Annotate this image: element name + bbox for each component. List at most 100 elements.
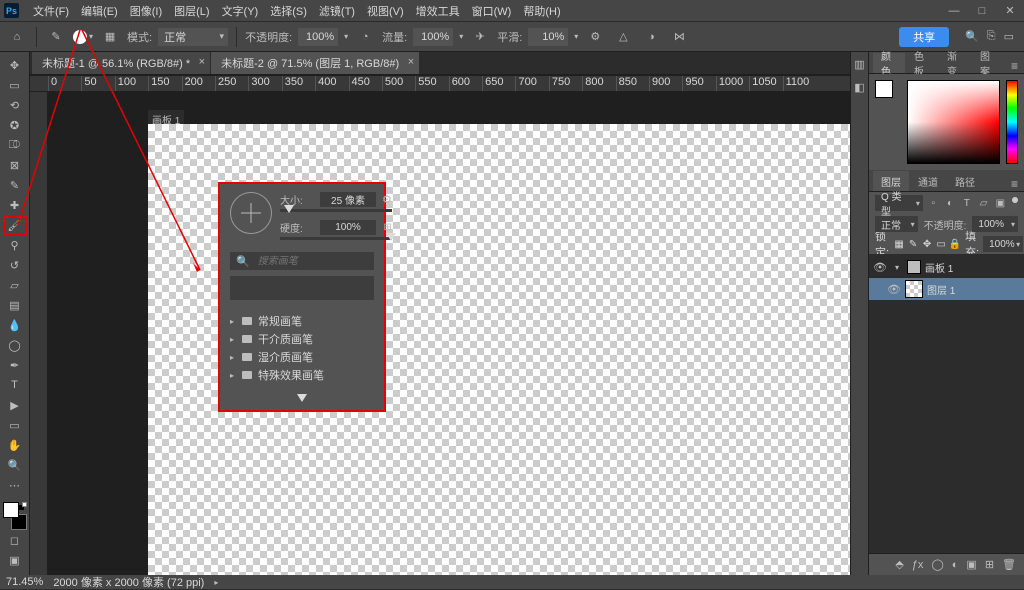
layer-filter-kind[interactable]: Q 类型: [875, 195, 923, 211]
delete-layer-icon[interactable]: 🗑: [1002, 558, 1016, 571]
tab-patterns[interactable]: 图案: [972, 53, 1004, 73]
menu-layer[interactable]: 图层(L): [168, 0, 215, 22]
panel-menu-icon[interactable]: ≡: [1005, 177, 1024, 191]
doc-tab-2[interactable]: 未标题-2 @ 71.5% (图层 1, RGB/8#) ×: [211, 52, 419, 74]
hardness-field[interactable]: 100%: [320, 220, 376, 235]
canvas[interactable]: 画板 1 大小: 25 像素 ⚙: [48, 92, 850, 575]
doc-info[interactable]: 2000 像素 x 2000 像素 (72 ppi): [53, 574, 204, 590]
tool-preset-icon[interactable]: ✎: [45, 26, 67, 48]
brush-preset-picker[interactable]: ▾: [73, 30, 93, 44]
filter-shape-icon[interactable]: ▱: [977, 196, 990, 210]
tab-gradients[interactable]: 渐变: [939, 53, 971, 73]
smoothing-gear-icon[interactable]: ⚙: [584, 26, 606, 48]
brush-folder[interactable]: ▸特殊效果画笔: [230, 366, 374, 384]
color-swatches[interactable]: [3, 502, 27, 530]
lock-pixels-icon[interactable]: ▦: [893, 238, 905, 250]
layer-opacity-field[interactable]: 100%: [972, 216, 1018, 232]
lock-move-icon[interactable]: ✥: [921, 238, 933, 250]
filter-smart-icon[interactable]: ▣: [994, 196, 1007, 210]
group-icon[interactable]: ▣: [966, 558, 976, 571]
close-icon[interactable]: ×: [199, 56, 205, 68]
workspace-icon[interactable]: ▭: [1004, 30, 1014, 43]
chevron-down-icon[interactable]: ▾: [895, 263, 903, 272]
cloud-icon[interactable]: ⎘: [987, 30, 996, 43]
size-field[interactable]: 25 像素: [320, 192, 376, 207]
pressure-size-icon[interactable]: ◑: [640, 26, 662, 48]
symmetry-icon[interactable]: ⋈: [668, 26, 690, 48]
new-preset-icon[interactable]: ⊞: [383, 222, 391, 233]
blend-mode-select[interactable]: 正常: [158, 28, 228, 46]
panel-icon[interactable]: ▥: [854, 58, 864, 71]
filter-type-icon[interactable]: T: [960, 196, 973, 210]
eraser-tool[interactable]: ▱: [3, 276, 27, 295]
filter-pixel-icon[interactable]: ▫: [927, 196, 940, 210]
shape-tool[interactable]: ▭: [3, 416, 27, 435]
tab-channels[interactable]: 通道: [910, 171, 946, 191]
window-maximize-icon[interactable]: □: [968, 0, 996, 22]
stamp-tool[interactable]: ⚲: [3, 236, 27, 255]
zoom-tool[interactable]: 🔍: [3, 456, 27, 475]
crop-tool[interactable]: ⎄: [3, 136, 27, 155]
opacity-field[interactable]: 100%: [298, 28, 338, 46]
layer-blend-select[interactable]: 正常: [875, 216, 918, 232]
close-icon[interactable]: ×: [408, 56, 414, 68]
preview-size-slider[interactable]: [230, 394, 374, 402]
quick-mask-tool[interactable]: ◻: [3, 531, 27, 550]
link-layers-icon[interactable]: ⬘: [895, 558, 903, 571]
adjustment-icon[interactable]: ◐: [952, 559, 959, 571]
share-button[interactable]: 共享: [899, 27, 949, 47]
gear-icon[interactable]: ⚙: [382, 193, 392, 206]
brush-angle-control[interactable]: [230, 192, 272, 234]
menu-window[interactable]: 窗口(W): [466, 0, 518, 22]
layer-fill-field[interactable]: 100%: [983, 236, 1023, 252]
brush-tool[interactable]: 🖌: [3, 216, 27, 235]
menu-help[interactable]: 帮助(H): [517, 0, 566, 22]
brush-folder[interactable]: ▸干介质画笔: [230, 330, 374, 348]
brush-search[interactable]: 🔍: [230, 252, 374, 270]
menu-select[interactable]: 选择(S): [264, 0, 313, 22]
panel-icon[interactable]: ◧: [854, 81, 864, 94]
layer-item[interactable]: 👁 图层 1: [869, 278, 1024, 300]
airbrush-icon[interactable]: ✈: [469, 26, 491, 48]
menu-view[interactable]: 视图(V): [361, 0, 410, 22]
menu-file[interactable]: 文件(F): [27, 0, 75, 22]
brush-folder[interactable]: ▸常规画笔: [230, 312, 374, 330]
pen-tool[interactable]: ✒: [3, 356, 27, 375]
tab-swatches[interactable]: 色板: [906, 53, 938, 73]
layer-artboard[interactable]: 👁 ▾ 画板 1: [869, 256, 1024, 278]
marquee-tool[interactable]: ▭: [3, 76, 27, 95]
lock-artboard-icon[interactable]: ▭: [935, 238, 947, 250]
color-ramp[interactable]: [907, 80, 1000, 164]
blur-tool[interactable]: 💧: [3, 316, 27, 335]
menu-image[interactable]: 图像(I): [124, 0, 168, 22]
panel-menu-icon[interactable]: ≡: [1005, 59, 1024, 73]
menu-edit[interactable]: 编辑(E): [75, 0, 124, 22]
hardness-slider[interactable]: [280, 237, 392, 240]
tab-paths[interactable]: 路径: [947, 171, 983, 191]
move-tool[interactable]: ✥: [3, 56, 27, 75]
search-icon[interactable]: 🔍: [965, 30, 979, 43]
window-close-icon[interactable]: ✕: [996, 0, 1024, 22]
type-tool[interactable]: T: [3, 376, 27, 395]
dodge-tool[interactable]: ◯: [3, 336, 27, 355]
filter-adjust-icon[interactable]: ◐: [944, 196, 957, 210]
lock-brush-icon[interactable]: ✎: [907, 238, 919, 250]
window-minimize-icon[interactable]: —: [940, 0, 968, 22]
eyedropper-tool[interactable]: ✎: [3, 176, 27, 195]
size-slider[interactable]: [280, 209, 392, 212]
visibility-icon[interactable]: 👁: [887, 283, 901, 296]
menu-filter[interactable]: 滤镜(T): [313, 0, 361, 22]
edit-toolbar[interactable]: ⋯: [3, 476, 27, 495]
brush-search-input[interactable]: [256, 255, 368, 268]
doc-tab-1[interactable]: 未标题-1 @ 56.1% (RGB/8#) * ×: [32, 52, 210, 74]
home-icon[interactable]: ⌂: [6, 26, 28, 48]
pressure-opacity-icon[interactable]: ◔: [354, 26, 376, 48]
angle-icon[interactable]: △: [612, 26, 634, 48]
hue-slider[interactable]: [1006, 80, 1018, 164]
fx-icon[interactable]: ƒx: [912, 559, 924, 571]
screen-mode-tool[interactable]: ▣: [3, 551, 27, 570]
lock-all-icon[interactable]: 🔒: [949, 238, 961, 250]
menu-type[interactable]: 文字(Y): [216, 0, 265, 22]
zoom-value[interactable]: 71.45%: [6, 576, 43, 588]
flow-field[interactable]: 100%: [413, 28, 453, 46]
